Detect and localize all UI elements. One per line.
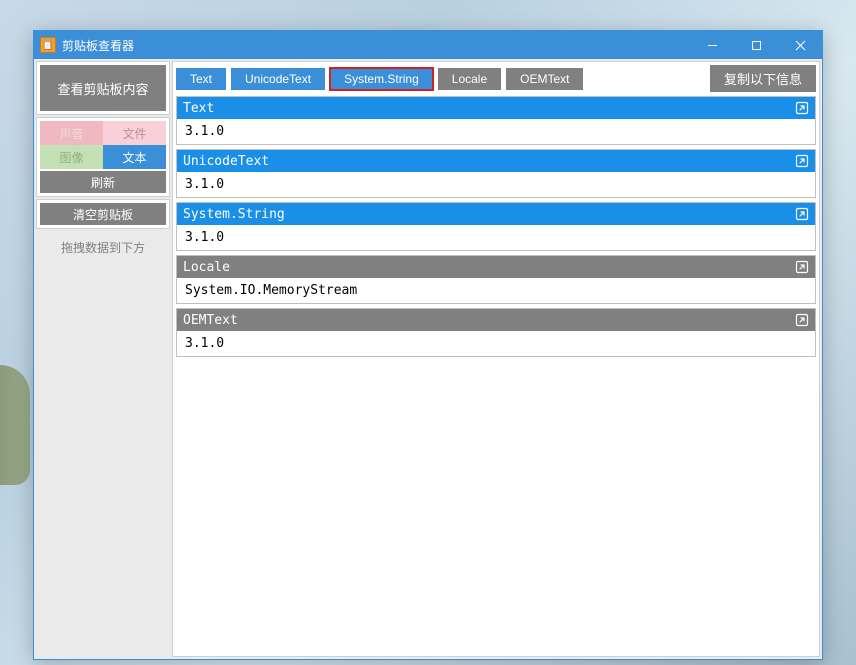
export-icon[interactable] [795,260,809,274]
refresh-button[interactable]: 刷新 [40,171,166,193]
data-block: System.String 3.1.0 [176,202,816,251]
data-header: System.String [177,203,815,225]
data-value: System.IO.MemoryStream [177,278,815,303]
data-block: Text 3.1.0 [176,96,816,145]
main-panel: TextUnicodeTextSystem.StringLocaleOEMTex… [172,61,820,657]
data-block: UnicodeText 3.1.0 [176,149,816,198]
data-value: 3.1.0 [177,225,815,250]
content-area: Text 3.1.0 UnicodeText 3.1.0 System.String 3.… [176,96,816,653]
tag-file[interactable]: 文件 [103,121,166,145]
window-title: 剪贴板查看器 [62,37,134,54]
format-name-label: Text [183,101,214,116]
export-icon[interactable] [795,207,809,221]
export-icon[interactable] [795,313,809,327]
format-name-label: System.String [183,207,285,222]
maximize-button[interactable] [734,31,778,59]
format-tabs: TextUnicodeTextSystem.StringLocaleOEMTex… [176,68,583,90]
copy-info-button[interactable]: 复制以下信息 [710,65,816,92]
data-value: 3.1.0 [177,119,815,144]
data-value: 3.1.0 [177,331,815,356]
tab-oemtext[interactable]: OEMText [506,68,583,90]
titlebar[interactable]: 📋 剪贴板查看器 [34,31,822,59]
format-name-label: OEMText [183,313,238,328]
toolbar: TextUnicodeTextSystem.StringLocaleOEMTex… [176,65,816,92]
tag-text[interactable]: 文本 [103,145,166,169]
format-name-label: Locale [183,260,230,275]
data-header: Text [177,97,815,119]
data-block: OEMText 3.1.0 [176,308,816,357]
export-icon[interactable] [795,154,809,168]
minimize-button[interactable] [690,31,734,59]
tag-sound[interactable]: 声音 [40,121,103,145]
export-icon[interactable] [795,101,809,115]
tab-text[interactable]: Text [176,68,226,90]
data-header: Locale [177,256,815,278]
format-tag-grid: 声音 文件 图像 文本 [40,121,166,169]
close-button[interactable] [778,31,822,59]
wallpaper-decoration [0,365,30,485]
window-body: 查看剪贴板内容 声音 文件 图像 文本 刷新 清空剪贴板 拖拽数据到下方 Tex… [34,59,822,659]
tab-unicodetext[interactable]: UnicodeText [231,68,325,90]
drag-hint-label: 拖拽数据到下方 [36,231,170,264]
tab-locale[interactable]: Locale [438,68,501,90]
data-header: OEMText [177,309,815,331]
tab-system-string[interactable]: System.String [330,68,433,90]
data-header: UnicodeText [177,150,815,172]
app-icon: 📋 [40,37,56,53]
format-name-label: UnicodeText [183,154,269,169]
data-value: 3.1.0 [177,172,815,197]
app-window: 📋 剪贴板查看器 查看剪贴板内容 声音 文件 图像 文本 刷新 [33,30,823,660]
tag-image[interactable]: 图像 [40,145,103,169]
sidebar: 查看剪贴板内容 声音 文件 图像 文本 刷新 清空剪贴板 拖拽数据到下方 [36,61,170,657]
clear-clipboard-button[interactable]: 清空剪贴板 [40,203,166,225]
view-clipboard-button[interactable]: 查看剪贴板内容 [40,65,166,111]
data-block: Locale System.IO.MemoryStream [176,255,816,304]
